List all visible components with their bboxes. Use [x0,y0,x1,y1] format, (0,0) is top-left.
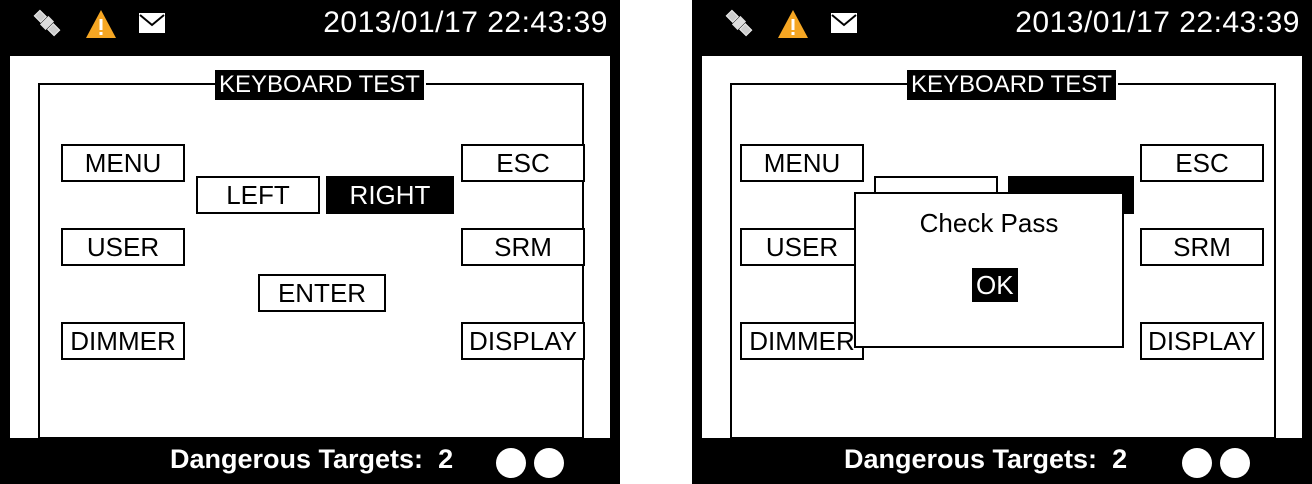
ok-button[interactable]: OK [972,268,1018,302]
indicator-dot [534,448,564,478]
warning-icon [86,10,116,38]
key-user[interactable]: USER [740,228,864,266]
status-bar: 2013/01/17 22:43:39 [0,0,620,56]
check-pass-dialog: Check Pass OK [854,192,1124,348]
dangerous-targets-count: 2 [1112,444,1128,474]
keyboard-test-panel: KEYBOARD TEST MENU ESC LEFT RIGHT USER S… [10,56,610,439]
datetime: 2013/01/17 22:43:39 [323,6,608,39]
key-display[interactable]: DISPLAY [1140,322,1264,360]
indicator-dot [1182,448,1212,478]
datetime: 2013/01/17 22:43:39 [1015,6,1300,39]
panel-title: KEYBOARD TEST [907,70,1116,100]
status-bar: 2013/01/17 22:43:39 [692,0,1312,56]
key-enter[interactable]: ENTER [258,274,386,312]
warning-icon [778,10,808,38]
key-dimmer[interactable]: DIMMER [740,322,864,360]
key-menu[interactable]: MENU [740,144,864,182]
panel-title: KEYBOARD TEST [215,70,424,100]
indicator-dot [496,448,526,478]
mail-icon [831,13,857,33]
key-menu[interactable]: MENU [61,144,185,182]
satellite-icon [725,9,753,37]
key-srm[interactable]: SRM [1140,228,1264,266]
satellite-icon [33,9,61,37]
key-dimmer[interactable]: DIMMER [61,322,185,360]
dialog-message: Check Pass [919,208,1059,238]
key-esc[interactable]: ESC [1140,144,1264,182]
indicator-dot [1220,448,1250,478]
screen-keyboard-test: 2013/01/17 22:43:39 KEYBOARD TEST MENU E… [0,0,620,484]
key-user[interactable]: USER [61,228,185,266]
key-srm[interactable]: SRM [461,228,585,266]
footer: Dangerous Targets: 2 [692,438,1312,484]
key-right[interactable]: RIGHT [326,176,454,214]
dangerous-targets-label: Dangerous Targets: [170,444,424,474]
key-display[interactable]: DISPLAY [461,322,585,360]
key-left[interactable]: LEFT [196,176,320,214]
mail-icon [139,13,165,33]
footer: Dangerous Targets: 2 [0,438,620,484]
dangerous-targets-count: 2 [438,444,454,474]
dangerous-targets-label: Dangerous Targets: [844,444,1098,474]
key-esc[interactable]: ESC [461,144,585,182]
